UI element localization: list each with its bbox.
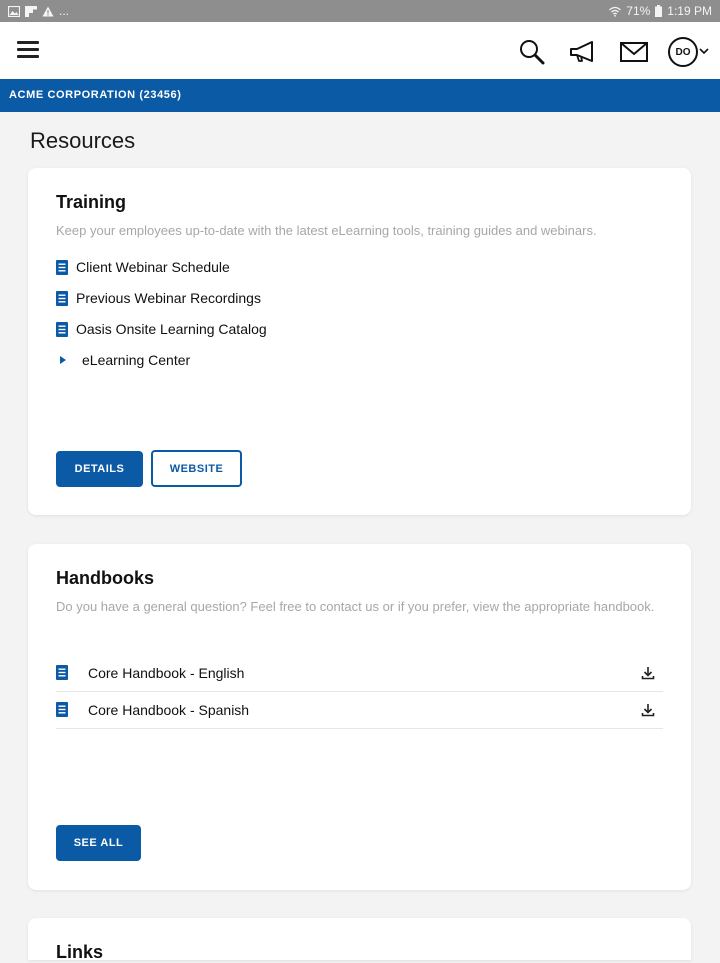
image-notification-icon [8, 5, 20, 17]
see-all-button[interactable]: SEE ALL [56, 825, 141, 861]
download-icon[interactable] [641, 703, 655, 717]
training-item-label: Previous Webinar Recordings [76, 290, 261, 306]
links-card: Links [28, 918, 691, 962]
chevron-down-icon[interactable] [699, 47, 709, 55]
training-item-label: Client Webinar Schedule [76, 259, 230, 275]
handbook-label: Core Handbook - English [88, 664, 245, 681]
more-notifications: ... [59, 4, 70, 18]
handbook-row-core-english[interactable]: Core Handbook - English [56, 654, 663, 692]
mail-icon[interactable] [619, 38, 649, 66]
battery-percent: 71% [626, 4, 651, 18]
search-icon[interactable] [517, 38, 547, 66]
status-bar: ... 71% 1:19 PM [0, 0, 720, 22]
training-item-label: Oasis Onsite Learning Catalog [76, 321, 267, 337]
handbooks-title: Handbooks [56, 568, 155, 588]
training-item-oasis-onsite-learning-catalog[interactable]: Oasis Onsite Learning Catalog [56, 321, 267, 337]
megaphone-icon[interactable] [568, 38, 598, 66]
details-button[interactable]: DETAILS [56, 451, 143, 487]
document-icon [56, 321, 68, 337]
download-icon[interactable] [641, 666, 655, 680]
handbooks-card: Handbooks Do you have a general question… [28, 544, 691, 890]
warning-notification-icon [42, 6, 54, 16]
training-description: Keep your employees up-to-date with the … [56, 223, 597, 238]
avatar[interactable]: DO [668, 37, 698, 67]
company-banner: ACME CORPORATION (23456) [0, 79, 720, 112]
menu-icon[interactable] [17, 41, 39, 59]
document-icon [56, 259, 68, 275]
training-item-previous-webinar-recordings[interactable]: Previous Webinar Recordings [56, 290, 261, 306]
status-bar-right: 71% 1:19 PM [609, 4, 712, 18]
handbook-label: Core Handbook - Spanish [88, 701, 250, 718]
handbooks-description: Do you have a general question? Feel fre… [56, 599, 655, 614]
clock: 1:19 PM [667, 4, 712, 18]
document-icon [56, 665, 68, 680]
caret-right-icon [60, 356, 66, 364]
wifi-icon [609, 6, 622, 17]
handbook-row-core-spanish[interactable]: Core Handbook - Spanish [56, 691, 663, 729]
page-title: Resources [30, 128, 136, 153]
battery-icon [655, 5, 663, 17]
flipboard-notification-icon [25, 5, 37, 17]
status-bar-left: ... [8, 4, 69, 18]
document-icon [56, 290, 68, 306]
training-card: Training Keep your employees up-to-date … [28, 168, 691, 515]
website-button[interactable]: WEBSITE [151, 450, 242, 487]
training-title: Training [56, 192, 127, 212]
app-header: DO [0, 22, 720, 79]
training-item-label: eLearning Center [82, 352, 191, 368]
training-item-client-webinar-schedule[interactable]: Client Webinar Schedule [56, 259, 230, 275]
training-item-elearning-center[interactable]: eLearning Center [56, 352, 190, 368]
document-icon [56, 702, 68, 717]
